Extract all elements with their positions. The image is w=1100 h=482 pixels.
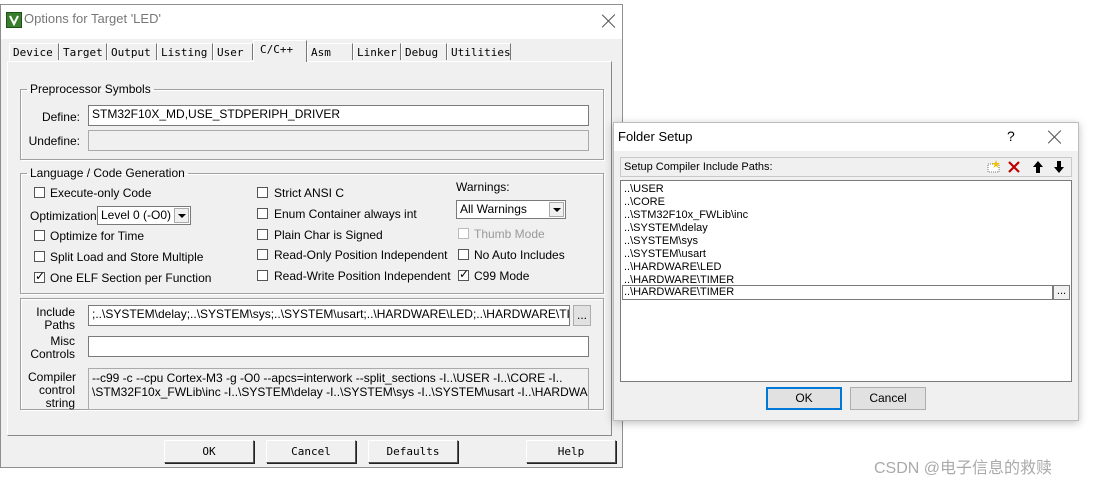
help-icon[interactable]: ? — [1007, 128, 1015, 144]
rw-pi-label: Read-Write Position Independent — [274, 269, 451, 283]
watermark: CSDN @电子信息的救赎 — [874, 460, 1053, 477]
path-edit-value: ..\HARDWARE\TIMER — [624, 286, 735, 298]
rw-pi-checkbox[interactable] — [257, 270, 268, 281]
execute-only-checkbox[interactable] — [34, 187, 45, 198]
path-browse-button[interactable]: ... — [1053, 285, 1070, 300]
misc-controls-field[interactable] — [88, 336, 589, 357]
tab-target[interactable]: Target — [59, 43, 107, 60]
include-label-line2: Paths — [44, 318, 75, 332]
tab-user[interactable]: User — [213, 43, 253, 60]
define-label: Define: — [41, 110, 80, 124]
optimize-time-label: Optimize for Time — [50, 229, 145, 243]
undefine-field[interactable] — [88, 130, 589, 151]
list-item[interactable]: ..\SYSTEM\sys — [624, 235, 698, 248]
plain-char-checkbox[interactable] — [257, 229, 268, 240]
optimize-time-checkbox[interactable] — [34, 230, 45, 241]
window-title: Options for Target 'LED' — [24, 11, 161, 26]
help-button[interactable]: Help — [526, 440, 616, 463]
one-elf-checkbox[interactable] — [34, 269, 45, 283]
strict-ansi-label: Strict ANSI C — [274, 186, 345, 200]
list-item[interactable]: ..\STM32F10x_FWLib\inc — [624, 209, 748, 222]
thumb-mode-checkbox[interactable] — [458, 228, 469, 239]
compiler-label-line2: control — [38, 383, 75, 397]
folder-ok-button[interactable]: OK — [766, 387, 842, 410]
warnings-value: All Warnings — [460, 202, 527, 216]
tab-cc[interactable]: C/C++ — [253, 40, 307, 62]
cancel-button[interactable]: Cancel — [266, 440, 356, 463]
tab-utilities[interactable]: Utilities — [447, 43, 511, 60]
paths-header: Setup Compiler Include Paths: — [620, 157, 1072, 177]
compiler-control-string: --c99 -c --cpu Cortex-M3 -g -O0 --apcs=i… — [88, 368, 589, 410]
path-browse-label: ... — [1056, 285, 1067, 297]
thumb-mode-label: Thumb Mode — [474, 227, 545, 241]
optimization-value: Level 0 (-O0) — [101, 208, 172, 222]
chevron-down-icon[interactable] — [549, 202, 564, 217]
warnings-select[interactable]: All Warnings — [456, 200, 566, 219]
split-load-checkbox[interactable] — [34, 251, 45, 262]
close-icon[interactable] — [1047, 129, 1063, 145]
chevron-down-icon[interactable] — [174, 208, 189, 223]
strict-ansi-checkbox[interactable] — [257, 187, 268, 198]
list-item[interactable]: ..\CORE — [624, 196, 665, 209]
tab-panel: Preprocessor Symbols Define: STM32F10X_M… — [7, 61, 612, 436]
move-down-icon[interactable] — [1052, 160, 1066, 174]
folder-setup-dialog: Folder Setup ? Setup Compiler Include Pa… — [613, 122, 1079, 421]
enum-container-checkbox[interactable] — [257, 208, 268, 219]
tab-output[interactable]: Output — [107, 43, 157, 60]
optimization-select[interactable]: Level 0 (-O0) — [97, 206, 191, 225]
tab-debug[interactable]: Debug — [401, 43, 447, 60]
delete-icon[interactable] — [1007, 160, 1021, 174]
compiler-label-line3: string — [45, 396, 75, 410]
list-item[interactable]: ..\HARDWARE\LED — [624, 261, 721, 274]
compiler-label-line1: Compiler — [28, 370, 77, 384]
misc-label-line2: Controls — [30, 347, 75, 361]
list-item[interactable]: ..\USER — [624, 183, 664, 196]
folder-setup-title-bar: Folder Setup ? — [614, 123, 1078, 151]
optimization-label: Optimization: — [30, 209, 101, 223]
ok-button[interactable]: OK — [164, 440, 254, 463]
compiler-line-1: --c99 -c --cpu Cortex-M3 -g -O0 --apcs=i… — [92, 371, 563, 385]
include-paths-field[interactable]: ;..\SYSTEM\delay;..\SYSTEM\sys;..\SYSTEM… — [88, 305, 570, 326]
one-elf-label: One ELF Section per Function — [50, 271, 212, 285]
close-icon[interactable] — [601, 13, 617, 29]
split-load-label: Split Load and Store Multiple — [50, 250, 204, 264]
tab-device[interactable]: Device — [9, 43, 59, 60]
ro-pi-checkbox[interactable] — [257, 249, 268, 260]
define-field[interactable]: STM32F10X_MD,USE_STDPERIPH_DRIVER — [88, 105, 589, 126]
move-up-icon[interactable] — [1031, 160, 1045, 174]
preprocessor-group-label: Preprocessor Symbols — [30, 82, 151, 96]
enum-container-label: Enum Container always int — [274, 207, 417, 221]
include-browse-button[interactable]: ... — [573, 305, 591, 326]
c99-mode-checkbox[interactable] — [458, 267, 469, 281]
list-item[interactable]: ..\SYSTEM\delay — [624, 222, 708, 235]
no-auto-includes-label: No Auto Includes — [474, 248, 565, 262]
plain-char-label: Plain Char is Signed — [274, 228, 383, 242]
tab-listing[interactable]: Listing — [157, 43, 213, 60]
compiler-line-2: \STM32F10x_FWLib\inc -I..\SYSTEM\delay -… — [92, 385, 589, 399]
c99-mode-label: C99 Mode — [474, 269, 530, 283]
list-item[interactable]: ..\SYSTEM\usart — [624, 248, 706, 261]
path-edit-field[interactable]: ..\HARDWARE\TIMER — [622, 285, 1053, 300]
language-group-label: Language / Code Generation — [30, 166, 185, 180]
paths-heading: Setup Compiler Include Paths: — [624, 161, 773, 173]
app-icon — [6, 12, 22, 28]
title-bar: Options for Target 'LED' — [1, 5, 622, 39]
defaults-button[interactable]: Defaults — [368, 440, 458, 463]
warnings-label: Warnings: — [456, 180, 510, 194]
undefine-label: Undefine: — [28, 134, 80, 148]
misc-label-line1: Misc — [50, 334, 75, 348]
execute-only-label: Execute-only Code — [50, 186, 152, 200]
folder-setup-title: Folder Setup — [618, 129, 693, 144]
include-paths-list[interactable]: ..\USER ..\CORE ..\STM32F10x_FWLib\inc .… — [620, 180, 1072, 382]
tab-asm[interactable]: Asm — [307, 43, 353, 60]
options-window: Options for Target 'LED' Device Target O… — [0, 4, 623, 468]
folder-cancel-button[interactable]: Cancel — [850, 387, 926, 410]
no-auto-includes-checkbox[interactable] — [458, 249, 469, 260]
tab-linker[interactable]: Linker — [353, 43, 401, 60]
new-folder-icon[interactable] — [987, 160, 1001, 174]
include-label-line1: Include — [36, 305, 75, 319]
ro-pi-label: Read-Only Position Independent — [274, 248, 448, 262]
